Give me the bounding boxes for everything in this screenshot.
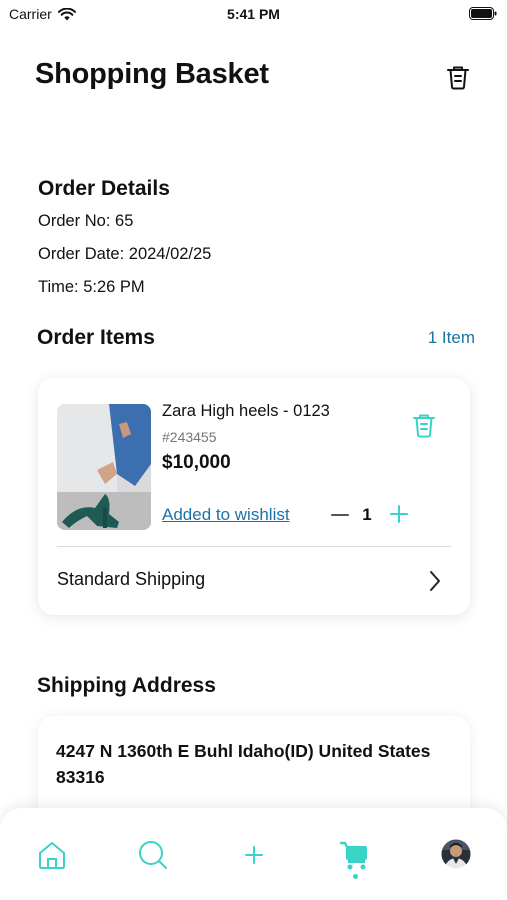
product-name: Zara High heels - 0123 bbox=[162, 402, 330, 420]
battery-icon bbox=[469, 7, 497, 20]
tab-bar bbox=[0, 808, 507, 900]
order-date: Order Date: 2024/02/25 bbox=[38, 245, 212, 263]
order-items-title: Order Items bbox=[37, 326, 155, 349]
search-icon bbox=[139, 841, 167, 869]
plus-icon bbox=[245, 846, 263, 864]
tab-search[interactable] bbox=[136, 838, 170, 872]
order-number: Order No: 65 bbox=[38, 212, 134, 230]
remove-item-trash-icon[interactable] bbox=[411, 411, 437, 439]
order-time: Time: 5:26 PM bbox=[38, 278, 145, 296]
wishlist-link[interactable]: Added to wishlist bbox=[162, 505, 290, 525]
profile-avatar bbox=[440, 838, 472, 870]
status-time: 5:41 PM bbox=[227, 6, 280, 22]
quantity-value: 1 bbox=[362, 505, 372, 524]
home-icon bbox=[39, 842, 65, 869]
shipping-method-label: Standard Shipping bbox=[57, 569, 206, 589]
cart-icon bbox=[339, 841, 367, 870]
product-sku: #243455 bbox=[162, 429, 217, 445]
shipping-method-row[interactable]: Standard Shipping bbox=[38, 547, 470, 615]
quantity-plus-button[interactable] bbox=[388, 503, 410, 525]
tab-profile[interactable] bbox=[440, 838, 474, 872]
trash-icon[interactable] bbox=[444, 63, 472, 91]
address-text: 4247 N 1360th E Buhl Idaho(ID) United St… bbox=[56, 741, 431, 787]
tab-add[interactable] bbox=[237, 838, 271, 872]
chevron-right-icon bbox=[430, 571, 440, 591]
active-tab-indicator bbox=[353, 874, 358, 879]
shipping-address-title: Shipping Address bbox=[37, 674, 216, 697]
order-details-title: Order Details bbox=[38, 177, 170, 200]
product-price: $10,000 bbox=[162, 452, 231, 473]
product-image[interactable] bbox=[57, 404, 151, 530]
status-bar: Carrier 5:41 PM bbox=[0, 0, 507, 30]
tab-home[interactable] bbox=[35, 838, 69, 872]
tab-cart[interactable] bbox=[338, 838, 372, 872]
page-title: Shopping Basket bbox=[35, 58, 269, 90]
quantity-minus-button[interactable] bbox=[330, 504, 350, 526]
order-item-card: Zara High heels - 0123 #243455 $10,000 A… bbox=[38, 378, 470, 615]
items-count-link[interactable]: 1 Item bbox=[428, 328, 475, 348]
